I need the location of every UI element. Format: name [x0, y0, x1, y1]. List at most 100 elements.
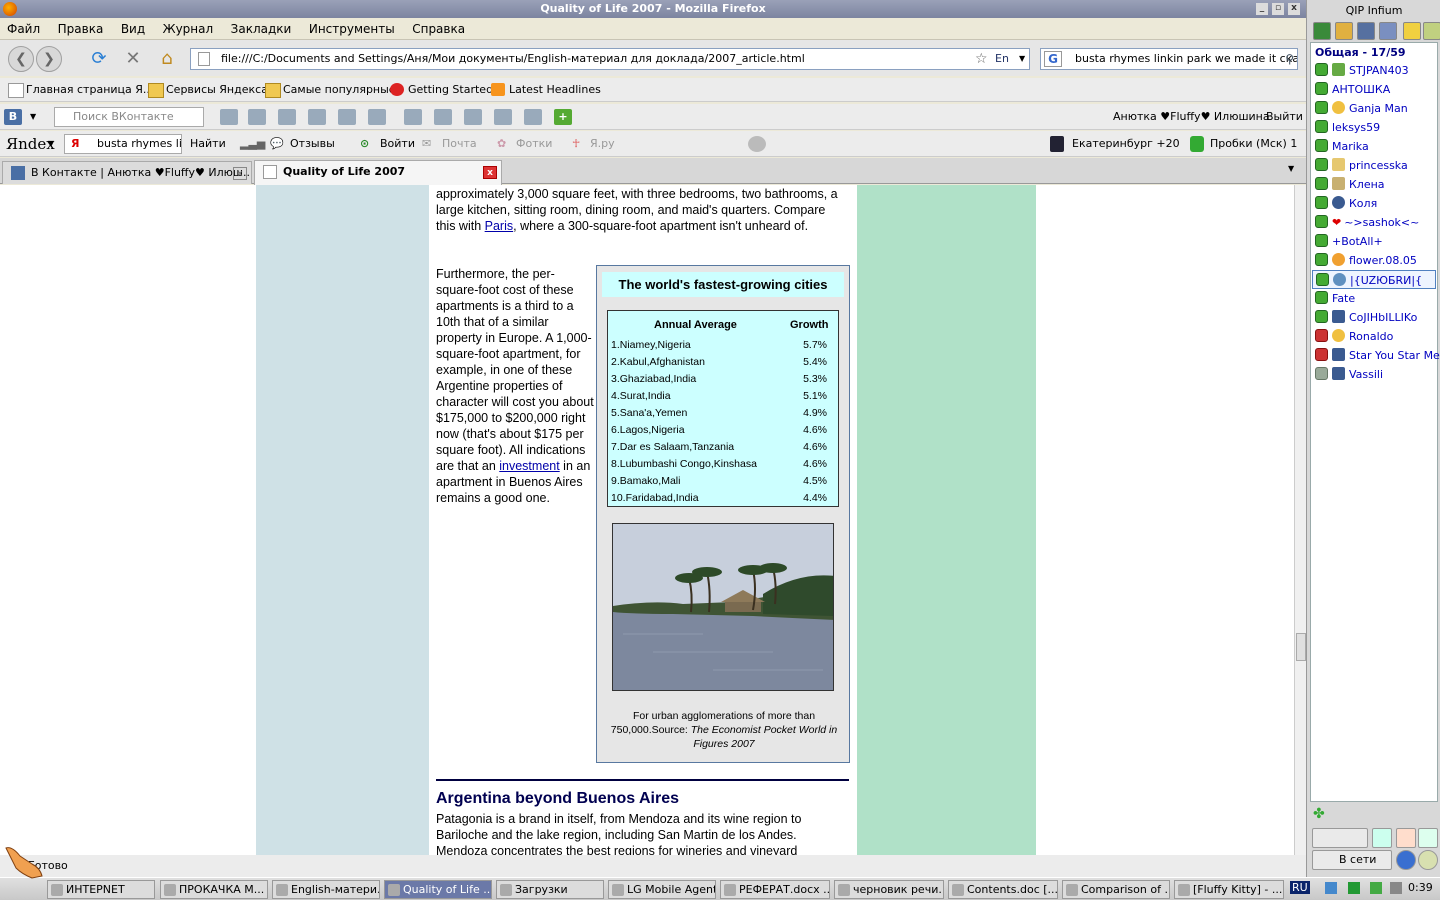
task-comparison[interactable]: Comparison of ...	[1062, 880, 1170, 899]
tray-icon-network[interactable]	[1325, 882, 1337, 894]
task-fluffy-kitty[interactable]: [Fluffy Kitty] - ...	[1174, 880, 1284, 899]
contact-item[interactable]: Vassili	[1315, 365, 1383, 384]
stop-icon[interactable]: ✕	[120, 46, 146, 72]
qip-privacy-icon[interactable]	[1357, 22, 1375, 40]
task-quality-of-life[interactable]: Quality of Life ...	[384, 880, 492, 899]
menu-help[interactable]: Справка	[405, 18, 472, 40]
menu-file[interactable]: Файл	[0, 18, 47, 40]
yandex-search-input[interactable]: Я busta rhymes link	[64, 134, 182, 154]
bookmark-latest-headlines[interactable]: Latest Headlines	[489, 81, 601, 99]
contact-item[interactable]: princesska	[1315, 156, 1408, 175]
qip-add-contact-icon[interactable]	[1396, 828, 1416, 848]
vk-docs-icon[interactable]	[494, 109, 512, 125]
contact-item[interactable]: Ronaldo	[1315, 327, 1393, 346]
qip-mute-icon[interactable]	[1418, 850, 1438, 870]
vk-music-icon[interactable]	[464, 109, 482, 125]
contact-item-selected[interactable]: |{UZЮБRИ|{	[1312, 270, 1436, 289]
menu-bookmarks[interactable]: Закладки	[224, 18, 299, 40]
yandex-find-button[interactable]: Найти	[190, 135, 226, 153]
menu-view[interactable]: Вид	[114, 18, 152, 40]
contact-item[interactable]: leksys59	[1315, 118, 1380, 137]
language-badge[interactable]: En	[995, 49, 1009, 69]
qip-status-icon[interactable]	[1313, 22, 1331, 40]
bookmark-yandex-home[interactable]: Главная страница Я...	[6, 81, 153, 99]
tab-list-arrow-icon[interactable]: ▼	[1288, 164, 1294, 173]
vk-folder-icon[interactable]	[524, 109, 542, 125]
contact-item[interactable]: Marika	[1315, 137, 1369, 156]
menu-edit[interactable]: Правка	[51, 18, 111, 40]
qip-status-button[interactable]: В сети	[1312, 850, 1392, 870]
vk-friends-icon[interactable]	[308, 109, 326, 125]
vk-profile-icon[interactable]	[248, 109, 266, 125]
yandex-traffic[interactable]: Пробки (Мск) 1	[1210, 135, 1297, 153]
reload-icon[interactable]: ⟳	[86, 46, 112, 72]
contact-item[interactable]: Star You Star Me	[1315, 346, 1440, 365]
contact-item[interactable]: CoJIHbILLIKo	[1315, 308, 1417, 327]
contact-item[interactable]: Fate	[1315, 289, 1355, 308]
home-icon[interactable]: ⌂	[154, 46, 180, 72]
vk-menu-arrow-icon[interactable]: ▼	[30, 108, 36, 126]
task-downloads[interactable]: Загрузки	[496, 880, 604, 899]
task-lg-mobile-agent[interactable]: LG Mobile Agent	[608, 880, 716, 899]
maximize-button[interactable]: ▫	[1272, 3, 1284, 15]
investment-link[interactable]: investment	[499, 459, 559, 473]
language-indicator[interactable]: RU	[1290, 881, 1310, 894]
qip-help-icon[interactable]	[1396, 850, 1416, 870]
vk-messages-icon[interactable]	[220, 109, 238, 125]
contact-item[interactable]: Ganja Man	[1315, 99, 1408, 118]
contact-item[interactable]: STJPAN403	[1315, 61, 1409, 80]
qip-nav-button[interactable]	[1312, 828, 1368, 848]
contact-item[interactable]: +BotAll+	[1315, 232, 1383, 251]
clover-icon[interactable]: ✤	[1313, 806, 1325, 822]
contact-item[interactable]: flower.08.05	[1315, 251, 1417, 270]
bookmark-yandex-services[interactable]: Сервисы Яндекса	[146, 81, 268, 99]
vk-video-icon[interactable]	[368, 109, 386, 125]
paris-link[interactable]: Paris	[485, 219, 513, 233]
vk-photos-icon[interactable]	[338, 109, 356, 125]
vk-home-icon[interactable]	[278, 109, 296, 125]
tab-vkontakte[interactable]: В Контакте | Анютка ♥Fluffy♥ Илюш... x	[2, 161, 252, 184]
vk-notes-icon[interactable]	[434, 109, 452, 125]
google-icon[interactable]: G	[1044, 51, 1062, 67]
task-english-material[interactable]: English-матери...	[272, 880, 380, 899]
bookmark-getting-started[interactable]: Getting Started	[388, 81, 493, 99]
vk-username[interactable]: Анютка ♥Fluffy♥ Илюшина	[1113, 108, 1270, 126]
qip-mail-icon[interactable]	[1335, 22, 1353, 40]
yandex-photos-button[interactable]: Фотки	[516, 135, 552, 153]
task-referat[interactable]: РЕФЕРАТ.docx ...	[720, 880, 830, 899]
contact-item[interactable]: ❤ ~>sashok<~	[1315, 213, 1419, 232]
qip-options-icon[interactable]	[1423, 22, 1440, 40]
vk-chat-icon[interactable]	[404, 109, 422, 125]
close-window-button[interactable]: x	[1288, 3, 1300, 15]
qip-contacts-icon[interactable]	[1379, 22, 1397, 40]
yandex-settings-icon[interactable]	[748, 136, 766, 152]
vertical-scrollbar[interactable]	[1294, 185, 1306, 855]
menu-tools[interactable]: Инструменты	[302, 18, 402, 40]
task-contents[interactable]: Contents.doc [...	[948, 880, 1058, 899]
contact-item[interactable]: АНТОШКА	[1315, 80, 1390, 99]
task-prokachka[interactable]: ПРОКАЧКА М...	[160, 880, 268, 899]
qip-search-contact-icon[interactable]	[1372, 828, 1392, 848]
qip-history-icon[interactable]	[1403, 22, 1421, 40]
tab-quality-of-life[interactable]: Quality of Life 2007 x	[254, 160, 502, 185]
yandex-weather[interactable]: Екатеринбург +20	[1072, 135, 1180, 153]
qip-history-icon-bottom[interactable]	[1418, 828, 1438, 848]
search-icon[interactable]: ⚲	[1285, 49, 1294, 69]
close-tab-icon[interactable]: x	[233, 167, 247, 180]
bookmark-most-popular[interactable]: Самые популярные	[263, 81, 396, 99]
qip-group-header[interactable]: Общая - 17/59	[1315, 46, 1406, 59]
task-internet[interactable]: ИНТЕРNET	[47, 880, 155, 899]
tray-icon-misc[interactable]	[1390, 882, 1402, 894]
url-bar[interactable]: file:///C:/Documents and Settings/Аня/Мо…	[190, 48, 1030, 70]
yandex-mail-button[interactable]: Почта	[442, 135, 477, 153]
tray-icon-agent[interactable]	[1370, 882, 1382, 894]
task-chernovik[interactable]: черновик речи...	[834, 880, 944, 899]
minimize-button[interactable]: _	[1256, 3, 1268, 15]
vk-logo-icon[interactable]: B	[4, 109, 22, 125]
vk-logout-button[interactable]: Выйти	[1266, 108, 1303, 126]
contact-item[interactable]: Коля	[1315, 194, 1377, 213]
url-dropdown-icon[interactable]: ▼	[1019, 49, 1025, 69]
menu-history[interactable]: Журнал	[156, 18, 221, 40]
vk-add-icon[interactable]: +	[554, 109, 572, 125]
yandex-menu-arrow-icon[interactable]: ▼	[48, 135, 54, 153]
